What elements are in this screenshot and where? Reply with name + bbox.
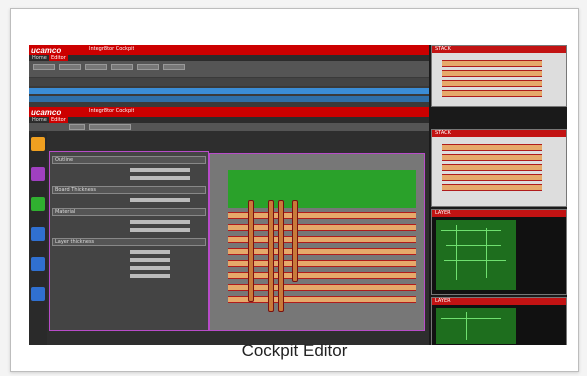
brand-logo: ucamco [31,46,62,55]
table-row[interactable] [29,96,429,102]
stack-layer [228,248,416,255]
stack-layer [442,80,542,87]
toolbar-button[interactable] [89,124,131,130]
panel-header: STACK [432,46,566,53]
stack-panel-top: STACK [431,45,567,107]
stack-layer [442,154,542,161]
pcb-stack-render [228,170,416,320]
editor-window: ucamco Integr8tor Cockpit Home Editor Ou… [29,107,429,345]
toolbar-button[interactable] [33,64,55,70]
stack-panel: STACK [431,129,567,207]
section-title: Board Thickness [55,187,96,193]
stack-layer [228,296,416,303]
via [268,200,274,312]
title-bar: ucamco Integr8tor Cockpit [29,45,429,55]
stack-layer [442,60,542,67]
layer-panel-2: LAYER [431,297,567,345]
application-screenshot: ucamco Integr8tor Cockpit Home Editor ST… [29,45,567,345]
form-section: Layer thickness [52,238,206,246]
section-title: Material [55,209,76,215]
form-field[interactable] [130,176,190,180]
form-field[interactable] [130,274,170,278]
screenshot-card: ucamco Integr8tor Cockpit Home Editor ST… [10,8,579,372]
sidebar-stack-icon[interactable] [31,137,45,151]
sidebar-add-icon[interactable] [31,197,45,211]
properties-form: Outline Board Thickness Material Layer t… [49,151,209,331]
editor-title-bar: ucamco Integr8tor Cockpit [29,107,429,117]
sidebar-sym-icon[interactable] [31,257,45,271]
panel-header: LAYER [432,210,566,217]
stack-layer [442,90,542,97]
panel-title: LAYER [435,210,451,216]
stack-layer [228,260,416,267]
section-title: Layer thickness [55,239,95,245]
column-header [29,78,429,86]
panel-header: LAYER [432,298,566,305]
stack-layer [442,144,542,151]
stack-layer [228,236,416,243]
toolbar-button[interactable] [163,64,185,70]
window-title: Integr8tor Cockpit [89,108,135,114]
sidebar-sym-icon[interactable] [31,287,45,301]
form-section: Outline [52,156,206,164]
via [292,200,298,282]
pcb-preview [436,220,516,290]
form-field[interactable] [130,266,170,270]
section-title: Outline [55,157,74,163]
pcb-preview [436,308,516,344]
panel-title: STACK [435,46,451,52]
sidebar [29,133,47,345]
toolbar-button[interactable] [111,64,133,70]
toolbar-button[interactable] [85,64,107,70]
form-section: Board Thickness [52,186,206,194]
toolbar-button[interactable] [69,124,85,130]
form-field[interactable] [130,220,190,224]
toolbar [29,61,429,77]
background-window: ucamco Integr8tor Cockpit Home Editor [29,45,429,107]
form-field[interactable] [130,258,170,262]
toolbar-button[interactable] [137,64,159,70]
window-title: Integr8tor Cockpit [89,46,135,52]
form-field[interactable] [130,198,190,202]
panel-header: STACK [432,130,566,137]
layer-panel: LAYER [431,209,567,295]
stack-layer [442,164,542,171]
stack-layer [442,184,542,191]
3d-stack-view[interactable] [209,153,425,331]
stack-layer [442,70,542,77]
caption: Cockpit Editor [241,341,348,360]
panel-title: STACK [435,130,451,136]
stack-layer [228,212,416,219]
brand-logo: ucamco [31,108,62,117]
form-field[interactable] [130,228,190,232]
stack-layer [228,224,416,231]
sidebar-sym-icon[interactable] [31,227,45,241]
via [248,200,254,302]
via [278,200,284,312]
sidebar-layer-icon[interactable] [31,167,45,181]
stack-layer [228,272,416,279]
editor-toolbar [29,123,429,131]
selected-row[interactable] [29,88,429,94]
form-field[interactable] [130,168,190,172]
form-section: Material [52,208,206,216]
stack-layer [228,284,416,291]
stack-layer [442,174,542,181]
toolbar-button[interactable] [59,64,81,70]
pcb-top-layer [228,170,416,208]
panel-title: LAYER [435,298,451,304]
form-field[interactable] [130,250,170,254]
